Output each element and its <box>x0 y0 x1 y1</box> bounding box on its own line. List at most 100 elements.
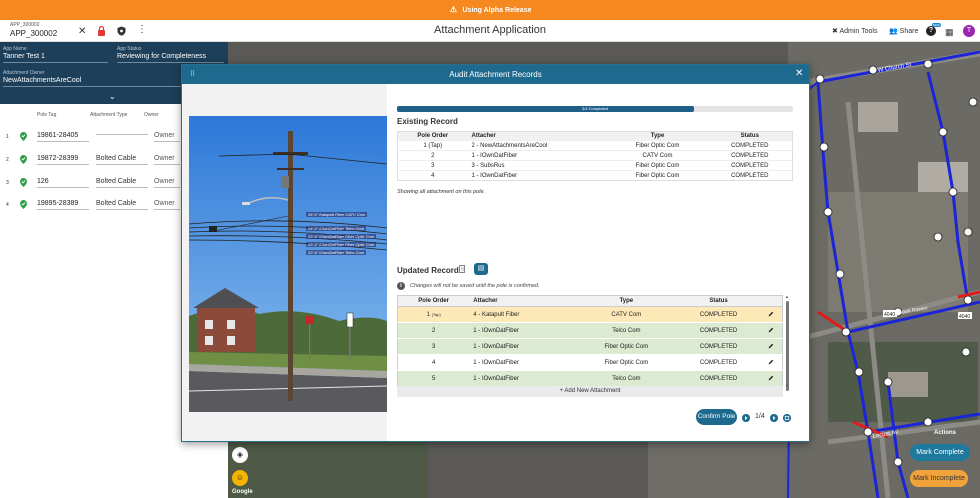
column-header: Attacher <box>469 295 580 307</box>
attachment-type-field[interactable]: Bolted Cable <box>96 155 148 165</box>
verified-pin-icon <box>20 178 27 187</box>
cell-attacher: 4 - Katapult Fiber <box>469 306 580 323</box>
progress-label: 3/4 Completed <box>581 106 608 111</box>
cell-edit <box>763 306 783 323</box>
order-number: 1 <box>426 311 430 318</box>
more-options-icon[interactable]: ⋮ <box>137 24 147 35</box>
column-header: Type <box>579 295 674 307</box>
attachment-type-field[interactable]: Bolted Cable <box>96 178 148 188</box>
dialog-header[interactable]: ⠿ Audit Attachment Records ✕ <box>182 65 809 84</box>
cell-order: 4 <box>397 170 468 181</box>
attachment-height-label[interactable]: 24'-0" IOwnDatFiber Telco Com <box>306 226 367 231</box>
alpha-banner: ⚠ Using Alpha Release <box>0 0 980 20</box>
attachment-height-label[interactable]: 22'-6" IOwnDatFiber Telco Com <box>306 250 367 255</box>
app-id-selector[interactable]: APP_300002 <box>10 29 57 38</box>
previous-pole-icon[interactable] <box>742 414 750 422</box>
verified-pin-icon <box>20 155 27 164</box>
cell-attacher: 1 - IOwnDatFiber <box>469 354 580 371</box>
clear-app-icon[interactable]: ✕ <box>78 26 86 37</box>
save-record-icon[interactable]: ▤ <box>474 263 488 275</box>
mark-complete-button[interactable]: Mark Complete <box>910 444 970 461</box>
cell-type: Fiber Optic Com <box>607 160 708 171</box>
table-row[interactable]: 3 1 - IOwnDatFiber Fiber Optic Com COMPL… <box>397 338 783 355</box>
app-name-field[interactable]: Tanner Test 1 <box>3 53 45 60</box>
owner-field[interactable]: Owner <box>154 200 180 210</box>
verified-pin-icon <box>20 200 27 209</box>
pole-tag-field[interactable]: 19895-28389 <box>37 200 89 210</box>
pole-photo[interactable]: 26'-0" Katapult Fiber CATV Com 24'-0" IO… <box>189 116 387 412</box>
attachment-owner-field[interactable]: NewAttachmentsAreCool <box>3 77 81 84</box>
attachment-height-label[interactable]: 23'-6" IOwnDatFiber Fiber Optic Com <box>306 234 377 239</box>
route-shield: 4040 <box>959 314 970 320</box>
column-header-attachment-type: Attachment Type <box>90 112 128 118</box>
cell-status: COMPLETED <box>673 354 764 371</box>
lock-icon[interactable] <box>97 26 106 36</box>
tap-label: (Tap) <box>431 311 441 317</box>
column-header: Status <box>707 131 793 141</box>
cell-order: 5 <box>397 370 470 387</box>
pencil-icon[interactable] <box>768 375 774 381</box>
confirm-pole-button[interactable]: Confirm Pole <box>696 409 737 425</box>
pole-tag-field[interactable]: 19872-28399 <box>37 155 89 165</box>
table-row[interactable]: 4 1 - IOwnDatFiber Fiber Optic Com COMPL… <box>397 354 783 371</box>
attachment-type-field[interactable] <box>96 132 148 135</box>
audit-attachment-dialog: ⠿ Audit Attachment Records ✕ 26'-0" Kata… <box>181 64 810 442</box>
cell-attacher: 1 - IOwnDatFiber <box>469 370 580 387</box>
apps-grid-icon[interactable]: ▦ <box>945 27 954 38</box>
owner-field[interactable]: Owner <box>154 132 180 142</box>
chevron-down-icon[interactable]: ⌄ <box>109 92 116 101</box>
app-status-field[interactable]: Reviewing for Completeness <box>117 53 206 60</box>
map-layers-icon[interactable]: ◈ <box>232 447 248 463</box>
attachment-owner-label: Attachment Owner <box>3 70 45 76</box>
cell-type: CATV Com <box>579 306 674 323</box>
cell-edit <box>763 370 783 387</box>
admin-tools-button[interactable]: ✖ Admin Tools <box>832 27 877 35</box>
shield-icon[interactable] <box>117 26 126 36</box>
table-row[interactable]: 2 1 - IOwnDatFiber Telco Com COMPLETED <box>397 322 783 339</box>
cell-type: Fiber Optic Com <box>607 170 708 181</box>
info-icon: i <box>397 282 405 290</box>
owner-field[interactable]: Owner <box>154 155 180 165</box>
owner-field[interactable]: Owner <box>154 178 180 188</box>
next-pole-icon[interactable] <box>770 414 778 422</box>
page-indicator: 1/4 <box>755 413 765 420</box>
attachment-type-field[interactable]: Bolted Cable <box>96 200 148 210</box>
people-icon: 👥 <box>889 28 900 35</box>
street-view-pegman-icon[interactable]: ☺ <box>232 470 248 486</box>
column-header-pole-tag: Pole Tag <box>37 112 57 118</box>
pencil-icon[interactable] <box>768 311 774 317</box>
share-label: Share <box>899 28 919 35</box>
cell-attacher: 1 - IOwnDatFiber <box>467 150 608 161</box>
attachment-height-label[interactable]: 26'-0" Katapult Fiber CATV Com <box>306 212 368 217</box>
scroll-down-icon[interactable]: ▼ <box>785 383 789 388</box>
pole-tag-field[interactable]: 19861-28405 <box>37 132 89 142</box>
table-scrollbar[interactable] <box>786 301 789 391</box>
cell-status: COMPLETED <box>673 370 764 387</box>
scroll-up-icon[interactable]: ▲ <box>785 294 789 299</box>
new-badge: NEW <box>932 23 941 27</box>
pencil-icon[interactable] <box>768 343 774 349</box>
table-row: 2 1 - IOwnDatFiber CATV Com COMPLETED <box>397 150 793 161</box>
avatar[interactable]: T <box>963 25 975 37</box>
cell-order: 3 <box>397 338 470 355</box>
help-icon[interactable]: ? <box>926 26 936 36</box>
edit-record-icon[interactable] <box>459 265 466 273</box>
pole-options-icon[interactable] <box>783 414 791 422</box>
share-button[interactable]: 👥 Share <box>889 27 918 35</box>
pencil-icon[interactable] <box>768 327 774 333</box>
pencil-icon[interactable] <box>768 359 774 365</box>
table-row[interactable]: 5 1 - IOwnDatFiber Telco Com COMPLETED <box>397 370 783 387</box>
existing-record-note: Showing all attachment on this pole. <box>397 189 486 195</box>
mark-incomplete-button[interactable]: Mark Incomplete <box>910 470 968 487</box>
cell-attacher: 2 - NewAttachmentsAreCool <box>467 140 608 151</box>
add-new-attachment-button[interactable]: + Add New Attachment <box>397 386 783 397</box>
cell-order: 4 <box>397 354 470 371</box>
pole-tag-field[interactable]: 126 <box>37 178 89 188</box>
close-icon[interactable]: ✕ <box>795 68 803 79</box>
cell-order: 2 <box>397 322 470 339</box>
attachment-height-label[interactable]: 23'-0" IOwnDatFiber Fiber Optic Com <box>306 242 377 247</box>
table-row[interactable]: 1 (Tap) 4 - Katapult Fiber CATV Com COMP… <box>397 306 783 323</box>
column-header: Type <box>607 131 708 141</box>
progress-bar: 3/4 Completed <box>397 106 793 112</box>
cell-status: COMPLETED <box>707 150 793 161</box>
